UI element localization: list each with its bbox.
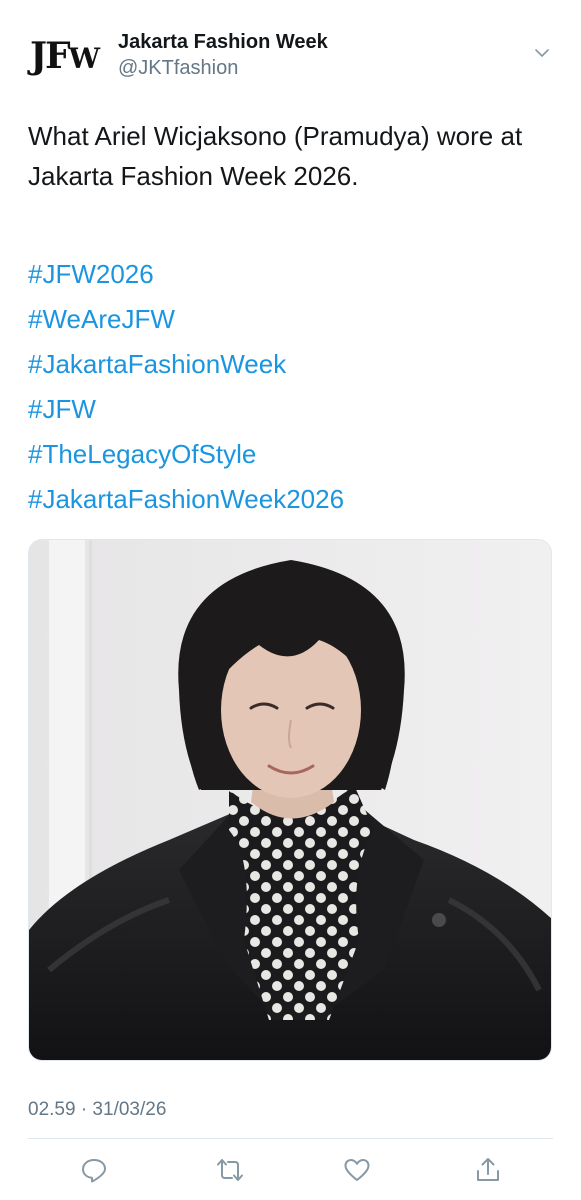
hashtag-link[interactable]: #JFW — [28, 387, 548, 432]
divider — [28, 1138, 553, 1139]
hashtag-link[interactable]: #TheLegacyOfStyle — [28, 432, 548, 477]
tweet-timestamp[interactable]: 02.59 · 31/03/26 — [28, 1098, 166, 1122]
avatar-logo-big: JF — [30, 35, 71, 77]
hashtag-link[interactable]: #JakartaFashionWeek — [28, 342, 548, 387]
display-name[interactable]: Jakarta Fashion Week — [118, 30, 328, 54]
avatar[interactable]: JF W — [30, 38, 102, 74]
hashtag-link[interactable]: #WeAreJFW — [28, 297, 548, 342]
retweet-icon[interactable] — [216, 1156, 244, 1184]
hashtag-link[interactable]: #JFW2026 — [28, 252, 548, 297]
tweet-text: What Ariel Wicjaksono (Pramudya) wore at… — [28, 121, 523, 191]
reply-icon[interactable] — [80, 1156, 108, 1184]
heart-icon[interactable] — [343, 1156, 371, 1184]
chevron-down-icon[interactable] — [535, 46, 549, 60]
share-icon[interactable] — [474, 1156, 502, 1184]
tweet-photo[interactable] — [28, 539, 552, 1061]
account-handle[interactable]: @JKTfashion — [118, 56, 328, 80]
hashtag-link[interactable]: #JakartaFashionWeek2026 — [28, 477, 548, 522]
account-names: Jakarta Fashion Week @JKTfashion — [118, 30, 328, 80]
avatar-logo-small: W — [68, 42, 100, 75]
tweet-action-bar — [0, 1150, 581, 1190]
tweet-header: JF W Jakarta Fashion Week @JKTfashion — [0, 0, 581, 110]
hashtag-list: #JFW2026 #WeAreJFW #JakartaFashionWeek #… — [28, 252, 548, 522]
